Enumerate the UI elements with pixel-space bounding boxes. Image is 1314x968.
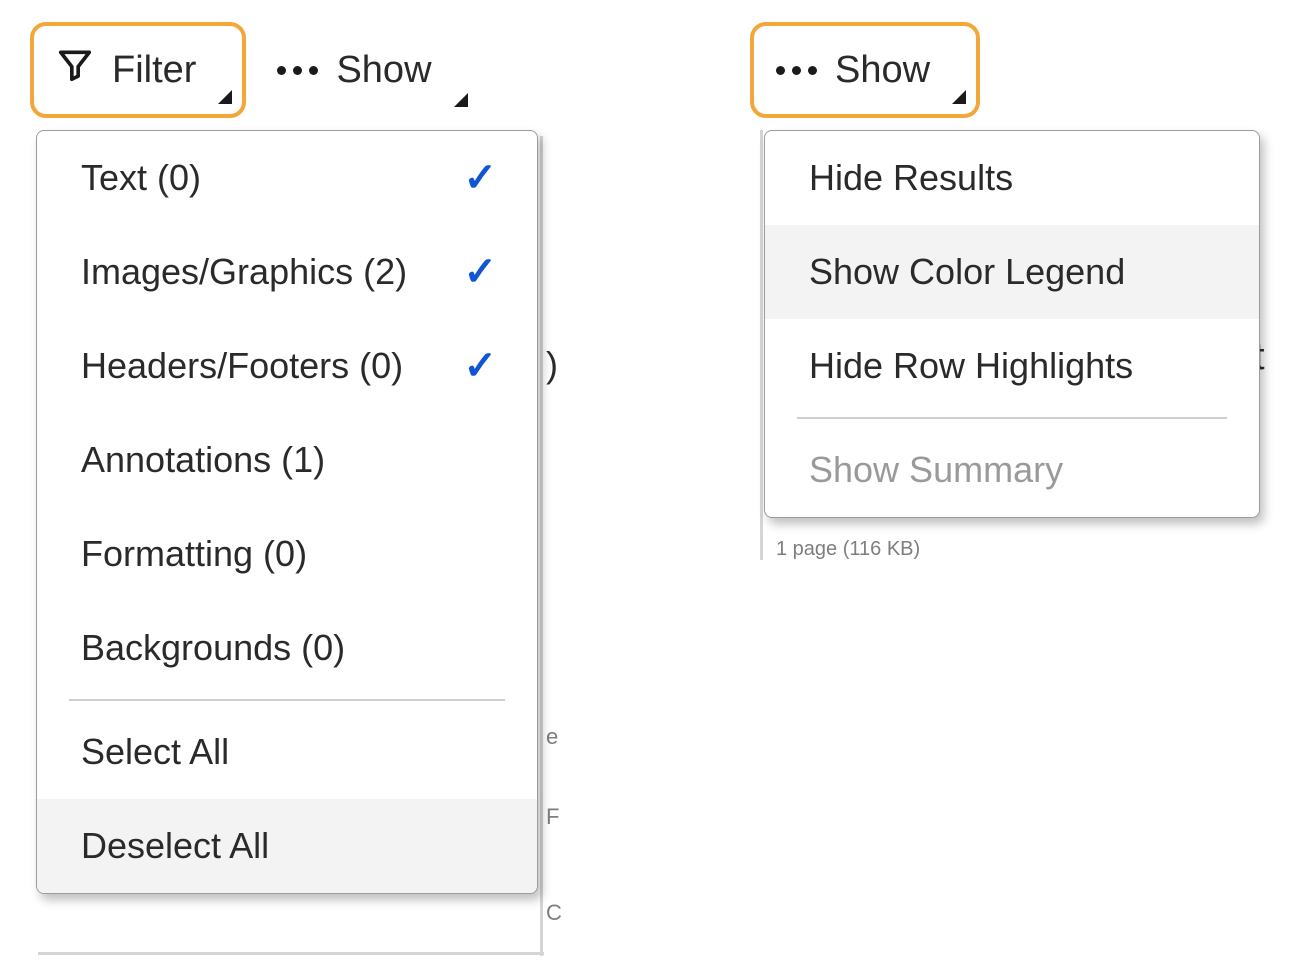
menu-item-label: Show Summary	[809, 449, 1063, 491]
dropdown-indicator-icon	[952, 90, 966, 104]
funnel-icon	[56, 46, 94, 94]
filter-item-text[interactable]: Text (0) ✓	[37, 131, 537, 225]
background-text-fragment: F	[546, 804, 559, 830]
show-item-hide-highlights[interactable]: Hide Row Highlights	[765, 319, 1259, 413]
filter-button[interactable]: Filter	[30, 22, 246, 118]
filter-deselect-all[interactable]: Deselect All	[37, 799, 537, 893]
filter-button-label: Filter	[112, 49, 214, 92]
background-panel-edge	[38, 952, 544, 955]
menu-item-label: Show Color Legend	[809, 251, 1125, 293]
filter-select-all[interactable]: Select All	[37, 705, 537, 799]
show-item-color-legend[interactable]: Show Color Legend	[765, 225, 1259, 319]
filter-item-label: Text (0)	[81, 157, 201, 199]
menu-item-label: Select All	[81, 731, 229, 773]
filter-dropdown: Text (0) ✓ Images/Graphics (2) ✓ Headers…	[36, 130, 538, 894]
filter-item-backgrounds[interactable]: Backgrounds (0)	[37, 601, 537, 695]
filter-item-label: Images/Graphics (2)	[81, 251, 407, 293]
show-button-left[interactable]: Show	[254, 22, 478, 118]
show-item-summary: Show Summary	[765, 423, 1259, 517]
check-icon: ✓	[463, 249, 497, 295]
background-text-fragment: e	[546, 724, 558, 750]
filter-item-headers[interactable]: Headers/Footers (0) ✓	[37, 319, 537, 413]
check-icon: ✓	[463, 343, 497, 389]
dropdown-indicator-icon	[218, 90, 232, 104]
show-button-label: Show	[336, 49, 449, 92]
filter-item-images[interactable]: Images/Graphics (2) ✓	[37, 225, 537, 319]
show-button-label: Show	[835, 49, 948, 92]
menu-divider	[797, 417, 1227, 419]
show-button-right[interactable]: Show	[750, 22, 980, 118]
filter-item-formatting[interactable]: Formatting (0)	[37, 507, 537, 601]
ellipsis-icon	[277, 66, 318, 75]
menu-item-label: Hide Results	[809, 157, 1013, 199]
filter-item-label: Formatting (0)	[81, 533, 307, 575]
check-icon: ✓	[463, 155, 497, 201]
menu-item-label: Hide Row Highlights	[809, 345, 1133, 387]
menu-item-label: Deselect All	[81, 825, 269, 867]
show-item-hide-results[interactable]: Hide Results	[765, 131, 1259, 225]
filter-item-annotations[interactable]: Annotations (1)	[37, 413, 537, 507]
background-text-fragment: 1 page (116 KB)	[776, 538, 920, 561]
background-text-fragment: )	[546, 344, 558, 386]
menu-divider	[69, 699, 505, 701]
ellipsis-icon	[776, 66, 817, 75]
background-panel-edge	[760, 130, 763, 560]
filter-item-label: Annotations (1)	[81, 439, 325, 481]
filter-item-label: Headers/Footers (0)	[81, 345, 403, 387]
filter-item-label: Backgrounds (0)	[81, 627, 345, 669]
background-text-fragment: C	[546, 900, 562, 926]
show-dropdown: Hide Results Show Color Legend Hide Row …	[764, 130, 1260, 518]
background-panel-edge	[540, 136, 543, 956]
dropdown-indicator-icon	[454, 93, 468, 107]
